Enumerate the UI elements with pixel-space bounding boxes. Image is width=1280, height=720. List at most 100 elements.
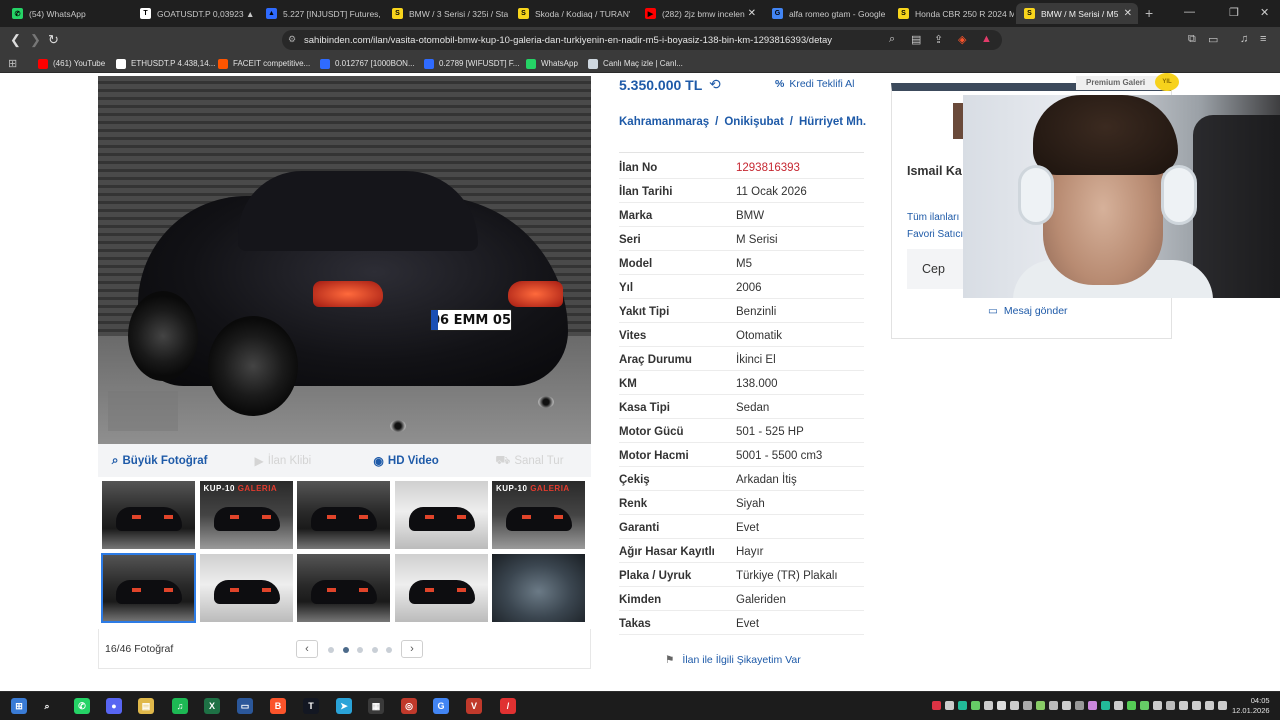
browser-tab[interactable]: S BMW / 3 Serisi / 325i / Sta [384, 3, 508, 24]
bookmark-item[interactable]: 0.012767 [1000BON... [320, 57, 415, 70]
bookmark-item[interactable]: FACEIT competitive... [218, 57, 310, 70]
system-tray-icon[interactable] [1023, 701, 1032, 710]
close-tab-icon[interactable]: ✕ [1124, 8, 1132, 19]
system-tray-icon[interactable] [971, 701, 980, 710]
system-tray-icon[interactable] [1010, 701, 1019, 710]
site-settings-icon[interactable]: ⚙ [288, 34, 296, 45]
gallery-thumbnail[interactable] [394, 554, 488, 622]
main-car-photo[interactable]: 06 EMM 05 [98, 76, 591, 444]
location-link[interactable]: Kahramanmaraş [619, 116, 709, 128]
taskbar-app-icon[interactable]: ● [106, 698, 122, 714]
system-tray-icon[interactable] [1179, 701, 1188, 710]
system-tray-icon[interactable] [1140, 701, 1149, 710]
system-tray-icon[interactable] [1049, 701, 1058, 710]
gallery-thumbnail[interactable] [102, 481, 195, 549]
location-link[interactable]: Hürriyet Mh. [799, 116, 866, 128]
system-tray-icon[interactable] [1218, 701, 1227, 710]
back-button[interactable]: ❮ [10, 32, 21, 48]
taskbar-app-icon[interactable]: ⌕ [39, 698, 55, 714]
location-link[interactable]: Onikişubat [724, 116, 783, 128]
system-tray-icon[interactable] [1075, 701, 1084, 710]
taskbar-app-icon[interactable]: ◎ [401, 698, 417, 714]
taskbar-app-icon[interactable]: ♫ [172, 698, 188, 714]
complaint-link[interactable]: ⚑ İlan ile İlgili Şikayetim Var [665, 654, 801, 666]
taskbar-app-icon[interactable]: ▤ [138, 698, 154, 714]
browser-tab[interactable]: ✆ (54) WhatsApp [4, 3, 128, 24]
taskbar-app-icon[interactable]: ➤ [336, 698, 352, 714]
sidebar-icon[interactable]: ▭ [1208, 33, 1218, 46]
extensions-icon[interactable]: ⧉ [1188, 33, 1196, 46]
gallery-thumbnail[interactable]: KUP-10 GALERIA [492, 481, 585, 549]
next-page-button[interactable]: › [401, 640, 423, 658]
brave-shield-icon[interactable]: ◈ [958, 33, 966, 46]
clock[interactable]: 04:05 12.01.2026 [1232, 696, 1270, 716]
browser-tab[interactable]: S Skoda / Kodiaq / TURAN' [510, 3, 634, 24]
system-tray-icon[interactable] [984, 701, 993, 710]
favorite-seller-link[interactable]: Favori Satıcı [907, 226, 963, 243]
prev-page-button[interactable]: ‹ [296, 640, 318, 658]
browser-tab[interactable]: Galfa romeo gtam - Google [764, 3, 888, 24]
pager-dot[interactable] [357, 647, 363, 653]
reader-icon[interactable]: ▤ [911, 33, 921, 46]
system-tray-icon[interactable] [1205, 701, 1214, 710]
browser-tab[interactable]: S BMW / M Serisi / M5 ✕ [1016, 3, 1138, 24]
taskbar-app-icon[interactable]: ▦ [368, 698, 384, 714]
forward-button[interactable]: ❯ [30, 32, 41, 48]
reload-button[interactable]: ↻ [48, 32, 59, 48]
gallery-tab[interactable]: ⌕ Büyük Fotoğraf [98, 453, 221, 468]
pager-dot[interactable] [342, 647, 349, 653]
taskbar-app-icon[interactable]: B [270, 698, 286, 714]
browser-tab[interactable]: ▲ 5.227 [INJUSDT] Futures, U [258, 3, 382, 24]
pager-dot[interactable] [328, 647, 334, 653]
seller-name[interactable]: Ismail Ka [907, 164, 962, 178]
gallery-thumbnail[interactable] [492, 554, 585, 622]
credit-offer-link[interactable]: % Kredi Teklifi Al [775, 78, 855, 90]
brave-rewards-icon[interactable]: ▲ [981, 33, 992, 45]
maximize-button[interactable]: ❐ [1229, 6, 1239, 19]
browser-tab[interactable]: ▶ (282) 2jz bmw incelen ✕ [637, 3, 762, 24]
system-tray-icon[interactable] [932, 701, 941, 710]
media-icon[interactable]: ♫ [1240, 33, 1248, 45]
system-tray-icon[interactable] [1114, 701, 1123, 710]
system-tray-icon[interactable] [1088, 701, 1097, 710]
pager-dot[interactable] [371, 647, 378, 653]
menu-icon[interactable]: ≡ [1260, 33, 1266, 45]
gallery-thumbnail[interactable]: KUP-10 GALERIA [199, 481, 293, 549]
system-tray-icon[interactable] [997, 701, 1006, 710]
browser-tab[interactable]: S Honda CBR 250 R 2024 Mo [890, 3, 1014, 24]
taskbar-app-icon[interactable]: T [303, 698, 319, 714]
price-history-icon[interactable]: ⟲ [709, 76, 721, 93]
system-tray-icon[interactable] [1127, 701, 1136, 710]
taskbar-app-icon[interactable]: ⊞ [11, 698, 27, 714]
mobile-phone-button[interactable]: Cep [907, 249, 965, 289]
taskbar-app-icon[interactable]: X [204, 698, 220, 714]
minimize-button[interactable]: — [1184, 6, 1195, 18]
bookmark-item[interactable]: (461) YouTube [38, 57, 105, 70]
gallery-thumbnail[interactable] [297, 554, 390, 622]
system-tray-icon[interactable] [1192, 701, 1201, 710]
system-tray-icon[interactable] [1062, 701, 1071, 710]
pager-dot[interactable] [386, 647, 392, 653]
taskbar-app-icon[interactable]: ✆ [74, 698, 90, 714]
gallery-thumbnail[interactable] [297, 481, 390, 549]
system-tray-icon[interactable] [1153, 701, 1162, 710]
system-tray-icon[interactable] [945, 701, 954, 710]
taskbar-app-icon[interactable]: G [433, 698, 449, 714]
taskbar-app-icon[interactable]: V [466, 698, 482, 714]
zoom-icon[interactable]: ⌕ [889, 33, 895, 46]
close-window-button[interactable]: ✕ [1260, 6, 1269, 19]
browser-tab[interactable]: T GOATUSDT.P 0,03923 ▲ - [132, 3, 256, 24]
close-tab-icon[interactable]: ✕ [748, 8, 756, 19]
system-tray-icon[interactable] [958, 701, 967, 710]
system-tray-icon[interactable] [1036, 701, 1045, 710]
gallery-thumbnail[interactable] [101, 553, 196, 623]
share-icon[interactable]: ⇪ [934, 33, 943, 46]
new-tab-button[interactable]: + [1145, 5, 1153, 21]
bookmark-item[interactable]: Canlı Maç izle | Canl... [588, 57, 683, 70]
apps-grid-icon[interactable]: ⊞ [8, 57, 17, 70]
bookmark-item[interactable]: 0.2789 [WIFUSDT] F... [424, 57, 519, 70]
taskbar-app-icon[interactable]: / [500, 698, 516, 714]
all-listings-link[interactable]: Tüm ilanları [907, 209, 963, 226]
system-tray-icon[interactable] [1101, 701, 1110, 710]
send-message-link[interactable]: ▭ Mesaj gönder [988, 305, 1068, 317]
